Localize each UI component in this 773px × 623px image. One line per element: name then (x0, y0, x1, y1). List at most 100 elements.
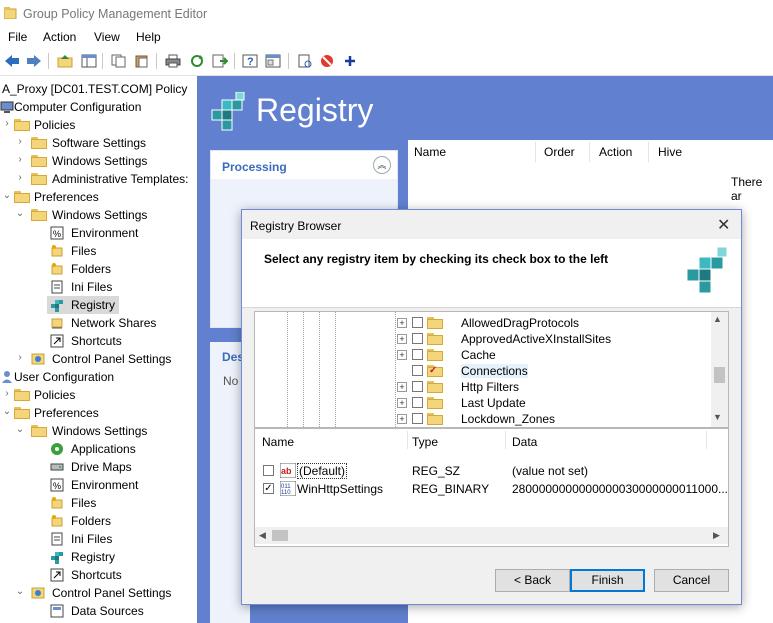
tree-item-windows-settings[interactable]: ⌄ Windows Settings (0, 422, 197, 440)
chevron-down-icon[interactable]: ⌄ (2, 406, 12, 417)
column-header-type[interactable]: Type (412, 435, 438, 449)
tree-item-shortcuts[interactable]: Shortcuts (0, 566, 197, 584)
paste-icon[interactable] (133, 52, 151, 70)
tree-item-registry-selected[interactable]: Registry (47, 296, 119, 314)
tree-item-preferences[interactable]: ⌄ Preferences (0, 404, 197, 422)
tree-item-ini-files[interactable]: Ini Files (0, 278, 197, 296)
chevron-down-icon[interactable]: ⌄ (15, 424, 25, 435)
up-folder-icon[interactable] (56, 52, 74, 70)
key-checkbox[interactable] (412, 381, 423, 392)
print-icon[interactable] (164, 52, 182, 70)
key-checkbox[interactable] (412, 413, 423, 424)
tree-item-windows-settings[interactable]: › Windows Settings (0, 152, 197, 170)
new-doc-icon[interactable] (296, 52, 314, 70)
forward-arrow-icon[interactable] (25, 52, 43, 70)
chevron-down-icon[interactable]: ⌄ (2, 190, 12, 201)
registry-key-row-selected[interactable]: ✓ Connections (255, 363, 711, 379)
tree-item-control-panel-settings[interactable]: ⌄ Control Panel Settings (0, 584, 197, 602)
value-checkbox-checked[interactable]: ✓ (263, 483, 274, 494)
expand-icon[interactable]: + (397, 414, 407, 424)
stop-icon[interactable] (318, 52, 336, 70)
chevron-right-icon[interactable]: › (15, 352, 25, 363)
tree-item-folders[interactable]: Folders (0, 260, 197, 278)
registry-key-row[interactable]: + AllowedDragProtocols (255, 315, 711, 331)
registry-key-row[interactable]: + Last Update (255, 395, 711, 411)
key-checkbox[interactable] (412, 365, 423, 376)
vertical-scrollbar[interactable]: ▲ ▼ (711, 312, 728, 427)
back-arrow-icon[interactable] (3, 52, 21, 70)
tree-item-folders[interactable]: Folders (0, 512, 197, 530)
tree-item-user-configuration[interactable]: User Configuration (0, 368, 197, 386)
tree-item-network-shares[interactable]: Network Shares (0, 314, 197, 332)
finish-button[interactable]: Finish (570, 569, 645, 592)
close-icon[interactable]: ✕ (717, 215, 730, 235)
scroll-left-icon[interactable]: ◀ (259, 530, 266, 541)
column-header-data[interactable]: Data (512, 435, 537, 449)
chevron-right-icon[interactable]: › (15, 154, 25, 165)
registry-key-row[interactable]: + Lockdown_Zones (255, 411, 711, 427)
value-row[interactable]: ✓ 011 110 WinHttpSettings REG_BINARY 2800… (255, 480, 728, 498)
tree-item-environment[interactable]: % Environment (0, 224, 197, 242)
tree-item-policies[interactable]: › Policies (0, 386, 197, 404)
column-header-order[interactable]: Order (544, 145, 575, 159)
expand-icon[interactable]: + (397, 398, 407, 408)
copy-icon[interactable] (110, 52, 128, 70)
key-checkbox[interactable] (412, 317, 423, 328)
expand-icon[interactable]: + (397, 382, 407, 392)
tree-item-policies[interactable]: › Policies (0, 116, 197, 134)
back-button[interactable]: < Back (495, 569, 570, 592)
tree-item-files[interactable]: Files (0, 494, 197, 512)
tree-item-ini-files[interactable]: Ini Files (0, 530, 197, 548)
refresh-icon[interactable] (188, 52, 206, 70)
column-header-name[interactable]: Name (262, 435, 294, 449)
chevron-right-icon[interactable]: › (15, 136, 25, 147)
tree-item-data-sources[interactable]: Data Sources (0, 602, 197, 620)
menu-file[interactable]: File (8, 30, 27, 44)
scroll-right-icon[interactable]: ▶ (713, 530, 720, 541)
chevron-down-icon[interactable]: ⌄ (15, 208, 25, 219)
key-checkbox[interactable] (412, 397, 423, 408)
registry-key-tree[interactable]: + AllowedDragProtocols + ApprovedActiveX… (254, 311, 729, 428)
tree-item-drive-maps[interactable]: Drive Maps (0, 458, 197, 476)
expand-icon[interactable]: + (397, 334, 407, 344)
tree-item-administrative-templates[interactable]: › Administrative Templates: (0, 170, 197, 188)
registry-key-row[interactable]: + ApprovedActiveXInstallSites (255, 331, 711, 347)
menu-help[interactable]: Help (136, 30, 161, 44)
registry-key-row[interactable]: + Cache (255, 347, 711, 363)
scroll-down-icon[interactable]: ▼ (713, 412, 722, 422)
expand-icon[interactable]: + (397, 350, 407, 360)
tree-root[interactable]: A_Proxy [DC01.TEST.COM] Policy (0, 80, 197, 98)
key-checkbox[interactable] (412, 333, 423, 344)
horizontal-scrollbar[interactable]: ◀ ▶ (255, 527, 728, 544)
show-tree-icon[interactable] (80, 52, 98, 70)
tree-item-registry[interactable]: Registry (0, 548, 197, 566)
tree-item-computer-configuration[interactable]: Computer Configuration (0, 98, 197, 116)
tree-item-windows-settings[interactable]: ⌄ Windows Settings (0, 206, 197, 224)
tree-item-software-settings[interactable]: › Software Settings (0, 134, 197, 152)
scrollbar-thumb[interactable] (714, 367, 725, 383)
cancel-button[interactable]: Cancel (654, 569, 729, 592)
collapse-icon[interactable]: ︽ (373, 156, 391, 174)
scroll-up-icon[interactable]: ▲ (713, 314, 722, 324)
registry-key-row[interactable]: + Http Filters (255, 379, 711, 395)
properties-icon[interactable] (264, 52, 282, 70)
expand-icon[interactable]: + (397, 318, 407, 328)
tree-item-control-panel-settings[interactable]: › Control Panel Settings (0, 350, 197, 368)
tree-item-files[interactable]: Files (0, 242, 197, 260)
menu-action[interactable]: Action (43, 30, 76, 44)
tree-item-environment[interactable]: % Environment (0, 476, 197, 494)
column-header-name[interactable]: Name (414, 145, 446, 159)
help-icon[interactable]: ? (241, 52, 259, 70)
add-icon[interactable] (341, 52, 359, 70)
column-header-action[interactable]: Action (599, 145, 632, 159)
chevron-down-icon[interactable]: ⌄ (15, 586, 25, 597)
value-checkbox[interactable] (263, 465, 274, 476)
tree-item-shortcuts[interactable]: Shortcuts (0, 332, 197, 350)
menu-view[interactable]: View (94, 30, 120, 44)
tree-item-preferences[interactable]: ⌄ Preferences (0, 188, 197, 206)
key-checkbox[interactable] (412, 349, 423, 360)
chevron-right-icon[interactable]: › (2, 388, 12, 399)
export-icon[interactable] (211, 52, 229, 70)
column-header-hive[interactable]: Hive (658, 145, 682, 159)
tree-item-applications[interactable]: Applications (0, 440, 197, 458)
